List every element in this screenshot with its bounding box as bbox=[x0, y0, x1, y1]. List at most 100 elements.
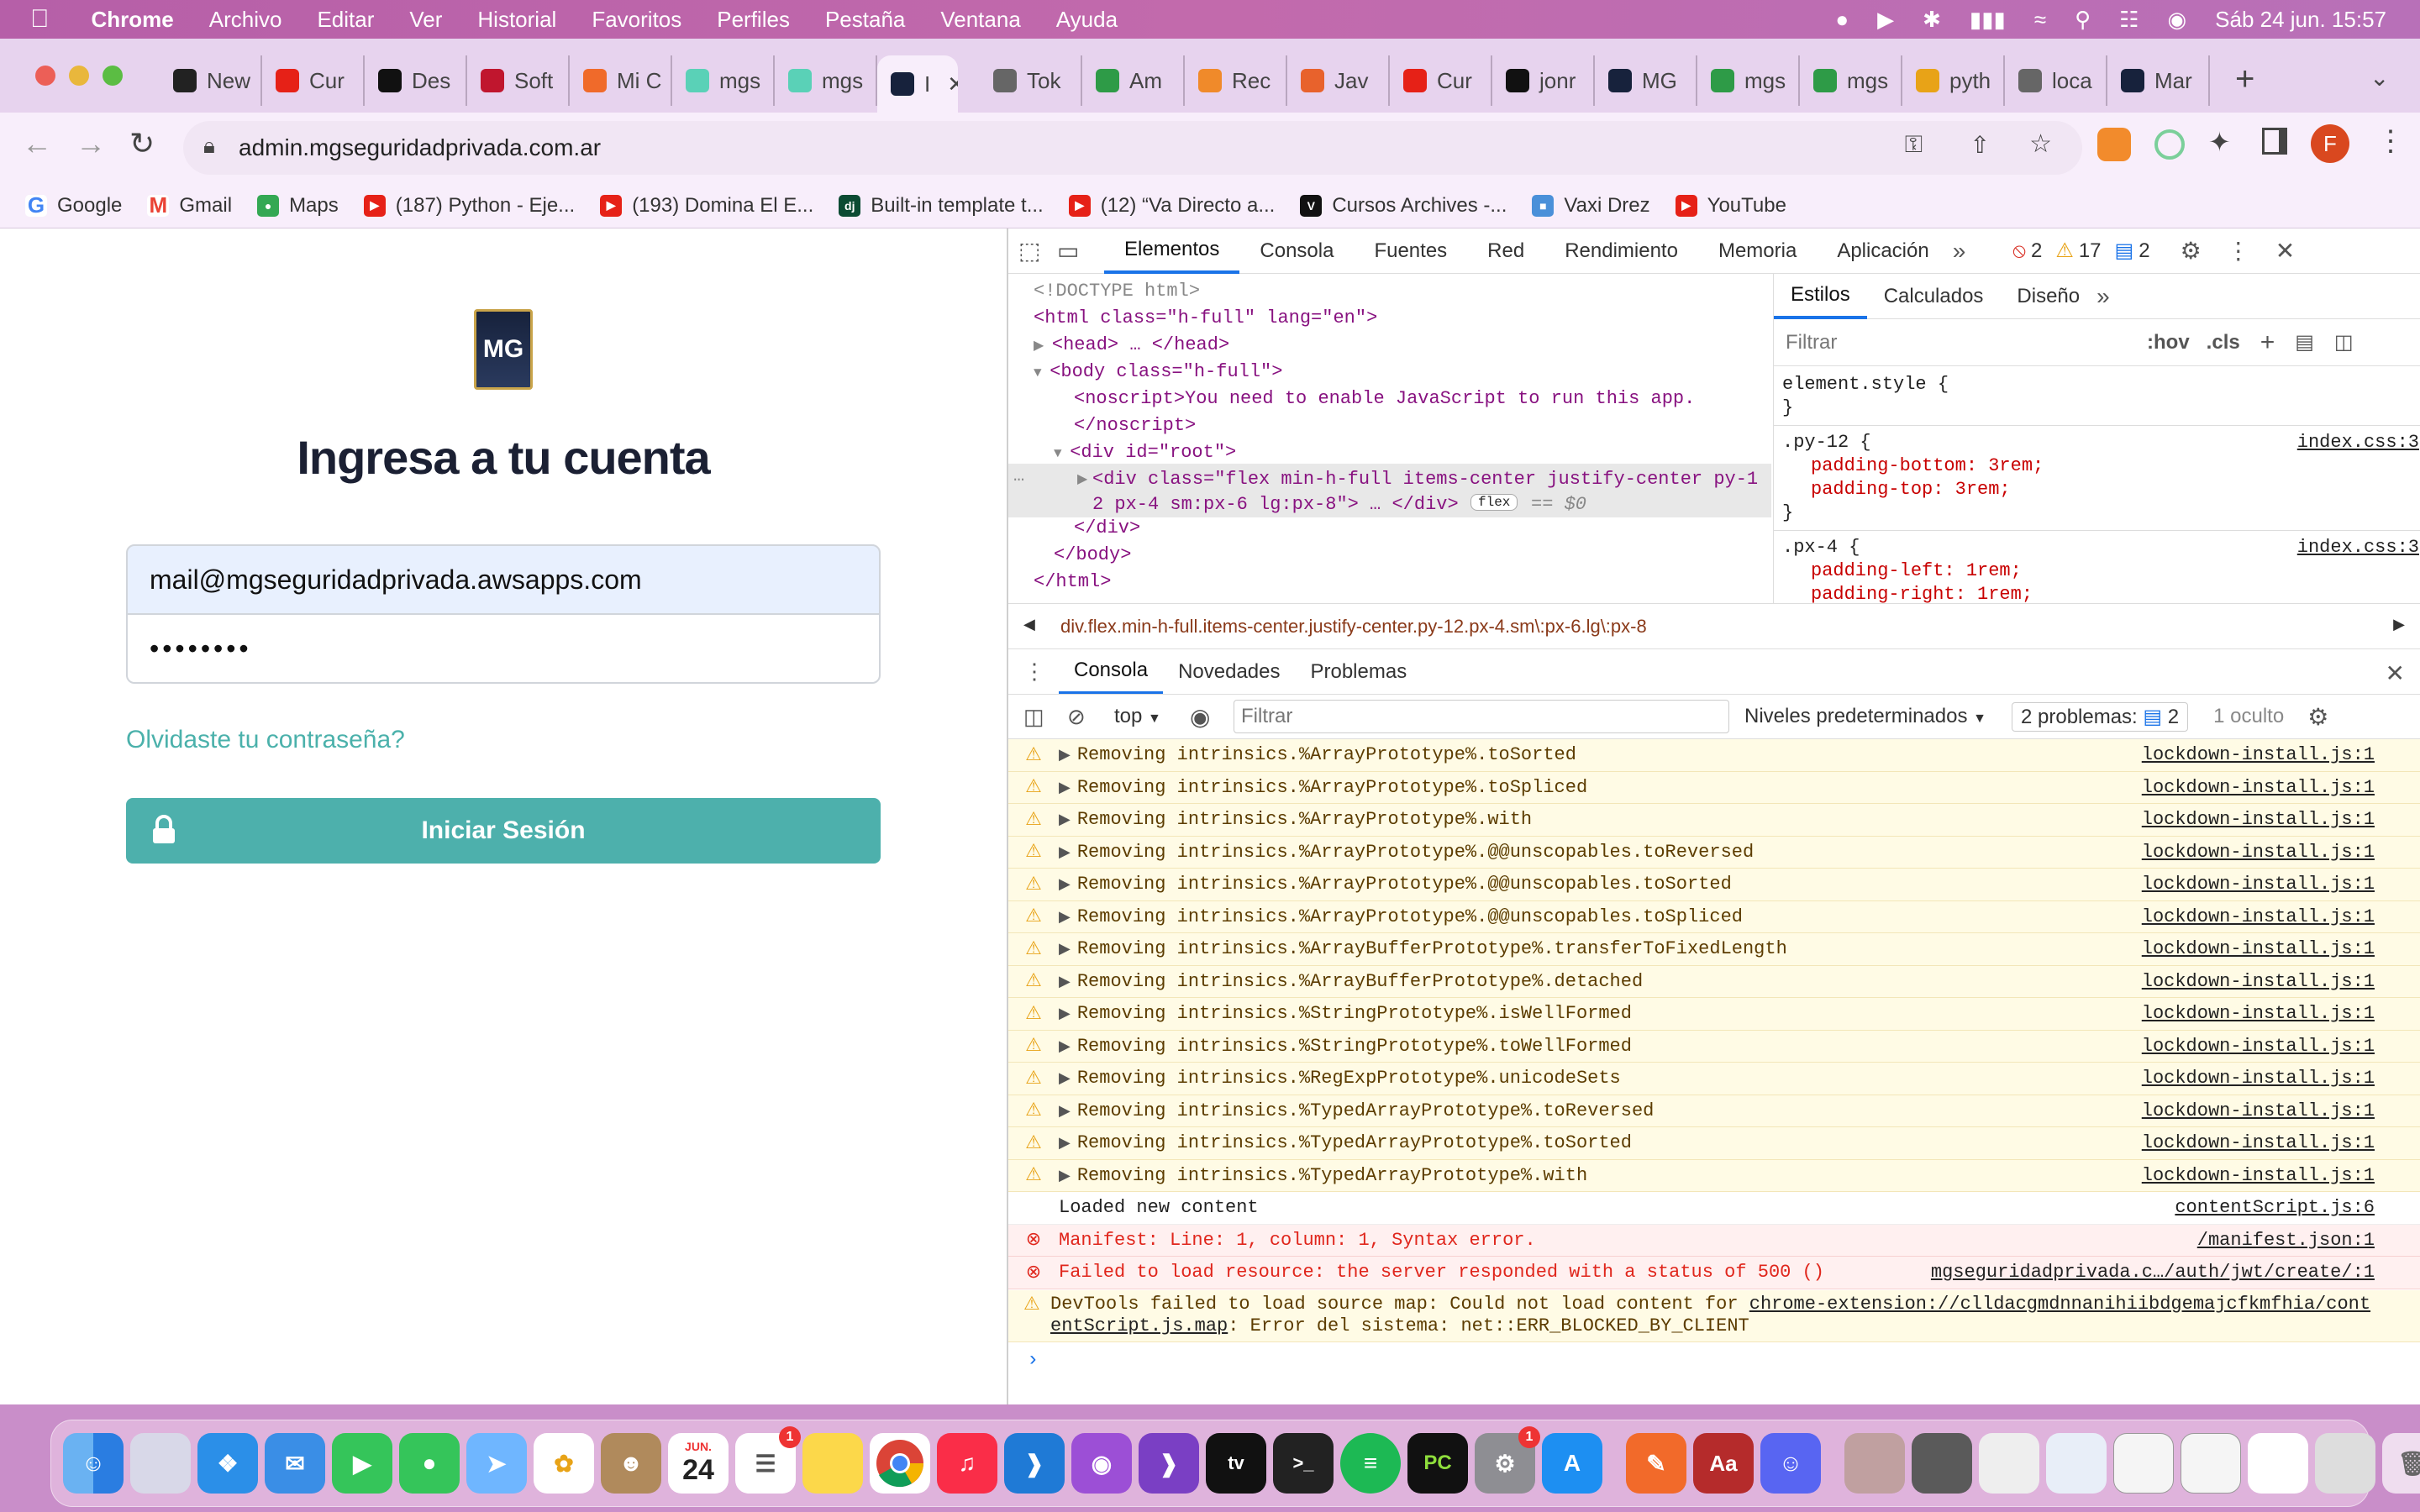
dom-noscript-close[interactable]: </noscript> bbox=[1074, 415, 1196, 436]
tab-search-icon[interactable]: ⌄ bbox=[2370, 64, 2389, 92]
paint-icon[interactable]: ▤ bbox=[2295, 330, 2314, 354]
close-tab-icon[interactable]: ✕ bbox=[947, 71, 958, 97]
console-message[interactable]: ⚠ ▶ Removing intrinsics.%ArrayBufferProtot… bbox=[1008, 933, 2420, 966]
notes-icon[interactable] bbox=[802, 1433, 863, 1494]
wifi-icon[interactable]: ≈ bbox=[2034, 7, 2046, 33]
inspect-icon[interactable]: ⬚ bbox=[1018, 237, 1057, 265]
dom-root-row[interactable]: ▼ <div id="root"> bbox=[1054, 442, 1236, 463]
console-message[interactable]: ⚠ ▶ Removing intrinsics.%TypedArrayPrototy… bbox=[1008, 1095, 2420, 1127]
lock-icon[interactable]: 🔒︎ bbox=[203, 133, 215, 160]
drawer-tab-problemas[interactable]: Problemas bbox=[1295, 649, 1422, 695]
forward-icon[interactable]: → bbox=[76, 126, 106, 161]
console-message[interactable]: ⚠ ▶ Removing intrinsics.%ArrayPrototype%.@… bbox=[1008, 900, 2420, 933]
new-tab-button[interactable]: + bbox=[2235, 60, 2254, 98]
rule-py12[interactable]: .py-12 { index.css:3 padding-bottom: 3re… bbox=[1774, 425, 2420, 525]
sourcemap-link[interactable]: entScript.js.map bbox=[1050, 1315, 1228, 1336]
browser-tab[interactable]: Mi C bbox=[570, 55, 672, 106]
browser-tab[interactable]: Mar bbox=[2107, 55, 2210, 106]
menu-historial[interactable]: Historial bbox=[477, 7, 556, 33]
collapse-arrow-icon[interactable]: ▼ bbox=[1054, 446, 1070, 461]
close-devtools-icon[interactable]: ✕ bbox=[2275, 237, 2295, 265]
console-source-link[interactable]: lockdown-install.js:1 bbox=[2142, 809, 2375, 830]
browser-tab[interactable]: mgs bbox=[1800, 55, 1902, 106]
clock[interactable]: Sáb 24 jun. 15:57 bbox=[2215, 7, 2386, 33]
menu-app[interactable]: Chrome bbox=[92, 7, 174, 33]
console-message[interactable]: ⚠ ▶ Removing intrinsics.%TypedArrayPrototy… bbox=[1008, 1159, 2420, 1192]
rule-declaration[interactable]: padding-top: 3rem; bbox=[1782, 478, 2420, 501]
dom-selected-row[interactable]: … ▶ <div class="flex min-h-full items-ce… bbox=[1008, 464, 1771, 517]
calendar-icon[interactable]: JUN. 24 bbox=[668, 1433, 729, 1494]
drawer-tab-consola[interactable]: Consola bbox=[1059, 649, 1164, 695]
extensions-puzzle-icon[interactable]: ✦ bbox=[2208, 126, 2231, 158]
console-message[interactable]: ⊗ Failed to load resource: the server res… bbox=[1008, 1257, 2420, 1289]
settings-gear-icon[interactable]: ⚙ bbox=[2181, 237, 2202, 265]
expand-arrow-icon[interactable]: ▶ bbox=[1077, 470, 1087, 487]
share-icon[interactable]: ⇧ bbox=[1970, 131, 1990, 159]
profile-avatar[interactable]: F bbox=[2311, 124, 2349, 163]
collapse-arrow-icon[interactable]: ▼ bbox=[1034, 365, 1050, 381]
bookmark-va-directo[interactable]: ▶ (12) “Va Directo a... bbox=[1068, 194, 1275, 218]
dom-body-close[interactable]: </body> bbox=[1054, 544, 1131, 565]
browser-tab[interactable]: Cur bbox=[262, 55, 365, 106]
siri-icon[interactable]: ◉ bbox=[2167, 7, 2186, 33]
tab-memoria[interactable]: Memoria bbox=[1698, 228, 1817, 274]
tab-rendimiento[interactable]: Rendimiento bbox=[1544, 228, 1698, 274]
console-source-link[interactable]: lockdown-install.js:1 bbox=[2142, 1132, 2375, 1153]
console-filter-input[interactable]: Filtrar bbox=[1234, 700, 1729, 733]
breadcrumb-item[interactable]: div.flex.min-h-full.items-center.justify… bbox=[1060, 616, 1647, 638]
browser-tab[interactable]: MG bbox=[1595, 55, 1697, 106]
tab-fuentes[interactable]: Fuentes bbox=[1354, 228, 1467, 274]
bookmark-youtube[interactable]: ▶ YouTube bbox=[1675, 194, 1786, 218]
console-source-link[interactable]: lockdown-install.js:1 bbox=[2142, 971, 2375, 992]
console-source-link[interactable]: contentScript.js:6 bbox=[2175, 1197, 2375, 1218]
key-icon[interactable]: ⚿ bbox=[1905, 131, 1923, 159]
menu-ayuda[interactable]: Ayuda bbox=[1056, 7, 1118, 33]
dom-div-close[interactable]: </div> bbox=[1074, 517, 1140, 538]
menu-ventana[interactable]: Ventana bbox=[940, 7, 1020, 33]
expand-arrow-icon[interactable]: ▶ bbox=[1059, 908, 1071, 927]
ghost-icon[interactable]: ● bbox=[1835, 7, 1849, 33]
expand-arrow-icon[interactable]: ▶ bbox=[1059, 1134, 1071, 1152]
console-prompt-icon[interactable]: › bbox=[1027, 1349, 1039, 1372]
hov-toggle[interactable]: :hov bbox=[2147, 331, 2190, 354]
browser-tab[interactable]: mgs bbox=[1697, 55, 1800, 106]
console-message[interactable]: ⚠ ▶ Removing intrinsics.%StringPrototype%.… bbox=[1008, 998, 2420, 1031]
expand-arrow-icon[interactable]: ▶ bbox=[1059, 875, 1071, 894]
bookmark-python[interactable]: ▶ (187) Python - Eje... bbox=[363, 194, 575, 218]
expand-arrow-icon[interactable]: ▶ bbox=[1059, 1167, 1071, 1185]
browser-tab[interactable]: Rec bbox=[1185, 55, 1287, 106]
console-source-link[interactable]: lockdown-install.js:1 bbox=[2142, 1003, 2375, 1024]
browser-tab[interactable]: mgs bbox=[672, 55, 775, 106]
expand-arrow-icon[interactable]: ▶ bbox=[1059, 940, 1071, 958]
trash-icon[interactable]: 🗑︎ bbox=[2382, 1433, 2420, 1494]
dom-doctype[interactable]: <!DOCTYPE html> bbox=[1034, 281, 1200, 302]
log-levels-select[interactable]: Niveles predeterminados ▼ bbox=[1744, 705, 1986, 728]
discord-icon[interactable]: ☺ bbox=[1760, 1433, 1821, 1494]
address-bar[interactable]: 🔒︎ admin.mgseguridadprivada.com.ar ⚿ ⇧ ☆ bbox=[183, 121, 2082, 175]
console-source-link[interactable]: lockdown-install.js:1 bbox=[2142, 777, 2375, 798]
rule-declaration[interactable]: padding-bottom: 3rem; bbox=[1782, 454, 2420, 478]
console-message[interactable]: ⚠ ▶ Removing intrinsics.%StringPrototype%.… bbox=[1008, 1030, 2420, 1063]
console-message[interactable]: Loaded new content contentScript.js:6 bbox=[1008, 1192, 2420, 1225]
mail-icon[interactable]: ✉ bbox=[265, 1433, 325, 1494]
metamask-icon[interactable] bbox=[2097, 128, 2131, 161]
console-message[interactable]: ⚠ ▶ Removing intrinsics.%ArrayPrototype%.@… bbox=[1008, 836, 2420, 869]
dom-body-row[interactable]: ▼ <body class="h-full"> bbox=[1034, 361, 1282, 382]
menu-perfiles[interactable]: Perfiles bbox=[717, 7, 790, 33]
bookmark-maps[interactable]: ● Maps bbox=[257, 194, 339, 218]
bookmark-vaxi[interactable]: ■ Vaxi Drez bbox=[1532, 194, 1650, 218]
recent-window-thumbnail[interactable] bbox=[2046, 1433, 2107, 1494]
bookmark-domina[interactable]: ▶ (193) Domina El E... bbox=[600, 194, 813, 218]
spotlight-icon[interactable]: ⚲ bbox=[2075, 7, 2091, 33]
issues-button[interactable]: 2 problemas: ▤ 2 bbox=[2011, 701, 2189, 732]
bookmark-cursos[interactable]: V Cursos Archives -... bbox=[1300, 194, 1507, 218]
email-field[interactable]: mail@mgseguridadprivada.awsapps.com bbox=[126, 544, 881, 615]
tab-diseno[interactable]: Diseño bbox=[2000, 274, 2096, 319]
contacts-icon[interactable]: ☻ bbox=[601, 1433, 661, 1494]
expand-arrow-icon[interactable]: ▶ bbox=[1059, 811, 1071, 829]
console-source-link[interactable]: lockdown-install.js:1 bbox=[2142, 842, 2375, 863]
console-source-link[interactable]: lockdown-install.js:1 bbox=[2142, 874, 2375, 895]
photos-icon[interactable]: ✿ bbox=[534, 1433, 594, 1494]
expand-arrow-icon[interactable]: ▶ bbox=[1059, 1005, 1071, 1023]
tab-estilos[interactable]: Estilos bbox=[1774, 274, 1867, 319]
